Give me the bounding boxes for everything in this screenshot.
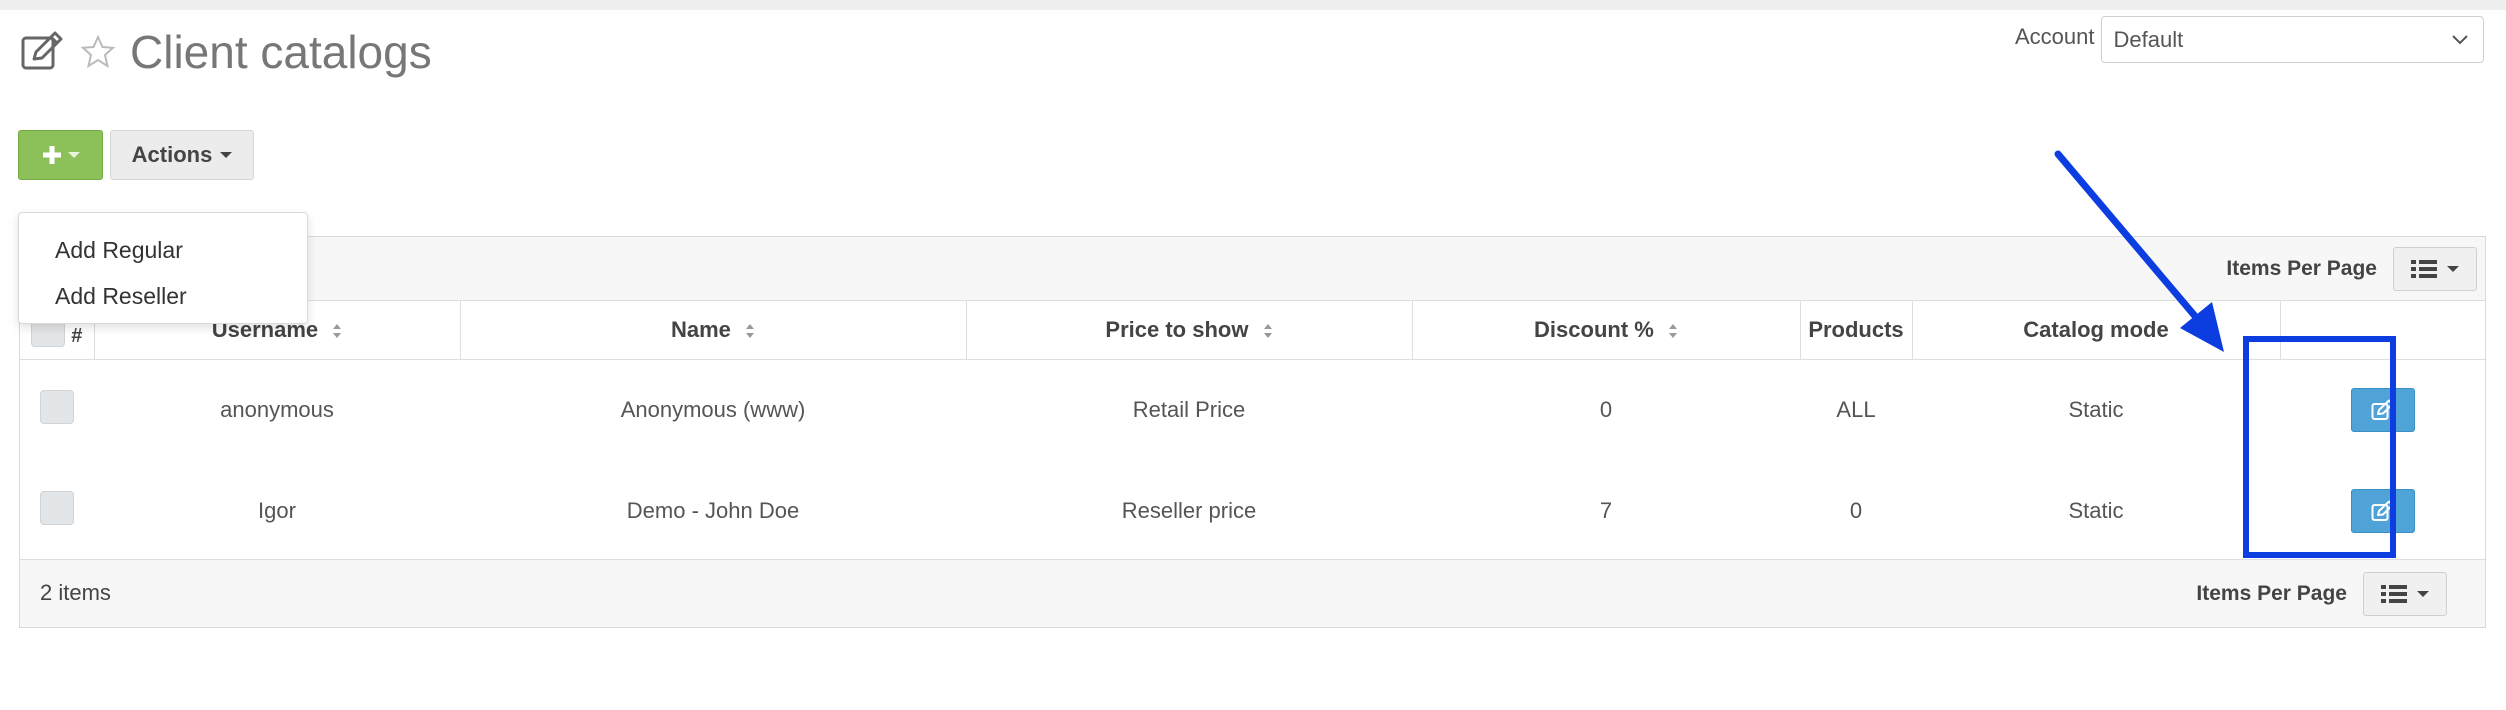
sort-icon (1263, 323, 1272, 338)
item-count: 2 items (40, 580, 111, 605)
add-dropdown-menu: Add Regular Add Reseller (18, 212, 308, 324)
star-outline-icon[interactable] (80, 34, 116, 70)
account-select[interactable]: Default (2100, 16, 2484, 63)
sort-icon (746, 323, 755, 338)
actions-label: Actions (131, 142, 213, 167)
menu-item-add-regular[interactable]: Add Regular (19, 229, 307, 275)
items-per-page-button[interactable] (2363, 572, 2447, 616)
column-header-hash: # (71, 325, 83, 348)
caret-down-icon (67, 152, 80, 158)
caret-down-icon (2447, 266, 2459, 272)
cell-price: Reseller price (1121, 497, 1257, 523)
list-view-icon (2411, 260, 2437, 278)
row-checkbox[interactable] (40, 389, 74, 424)
row-checkbox[interactable] (40, 490, 74, 525)
cell-name: Demo - John Doe (626, 497, 800, 523)
top-bar (0, 0, 2506, 10)
cell-discount: 7 (1599, 497, 1613, 523)
panel-header: Items Per Page (20, 237, 2485, 301)
cell-products: 0 (1849, 497, 1863, 523)
actions-button[interactable]: Actions (110, 130, 254, 180)
cell-username: anonymous (220, 396, 334, 422)
column-label-discount: Discount % (1534, 316, 1654, 342)
table-row: Igor Demo - John Doe Reseller price 7 0 … (20, 460, 2485, 561)
table-header-row: # Username Name Price to show Discount % (20, 301, 2485, 360)
panel-footer: 2 items Items Per Page (20, 559, 2485, 627)
column-header-mode: Catalog mode (1912, 301, 2281, 360)
cell-discount: 0 (1599, 396, 1613, 422)
account-selector: Account Default (2015, 16, 2484, 63)
items-per-page-button[interactable] (2393, 247, 2477, 291)
cell-mode: Static (2068, 497, 2124, 523)
sort-icon (333, 323, 342, 338)
add-button[interactable] (18, 130, 103, 180)
list-view-icon (2381, 585, 2407, 603)
column-header-products: Products (1800, 301, 1913, 360)
account-selected-value: Default (2113, 26, 2184, 52)
cell-username: Igor (258, 497, 296, 523)
cell-mode: Static (2068, 396, 2124, 422)
menu-item-add-reseller[interactable]: Add Reseller (19, 275, 307, 321)
account-label: Account (2015, 24, 2095, 49)
page-header: Client catalogs (20, 22, 432, 82)
chevron-down-icon (2451, 34, 2468, 44)
items-per-page-top: Items Per Page (2226, 247, 2477, 291)
items-per-page-label: Items Per Page (2226, 257, 2377, 280)
page-title: Client catalogs (130, 26, 432, 78)
catalogs-table: # Username Name Price to show Discount % (20, 301, 2485, 561)
column-header-price[interactable]: Price to show (966, 301, 1413, 360)
cell-name: Anonymous (www) (620, 396, 806, 422)
column-label-price: Price to show (1105, 316, 1249, 342)
plus-icon (42, 146, 61, 164)
sort-icon (1668, 323, 1677, 338)
cell-products: ALL (1836, 396, 1876, 422)
caret-down-icon (220, 152, 233, 158)
annotation-highlight-box (2243, 336, 2396, 558)
cell-price: Retail Price (1132, 396, 1246, 422)
table-row: anonymous Anonymous (www) Retail Price 0… (20, 359, 2485, 460)
items-per-page-bottom: Items Per Page (2196, 572, 2447, 616)
items-per-page-label: Items Per Page (2196, 582, 2347, 605)
column-label-name: Name (670, 316, 731, 342)
column-header-name[interactable]: Name (460, 301, 967, 360)
column-header-discount[interactable]: Discount % (1412, 301, 1801, 360)
row-checkbox-cell (20, 460, 94, 561)
edit-square-icon (21, 31, 63, 70)
row-checkbox-cell (20, 359, 94, 460)
caret-down-icon (2417, 591, 2429, 597)
catalogs-panel: Items Per Page # Username Name Price to … (19, 236, 2486, 628)
